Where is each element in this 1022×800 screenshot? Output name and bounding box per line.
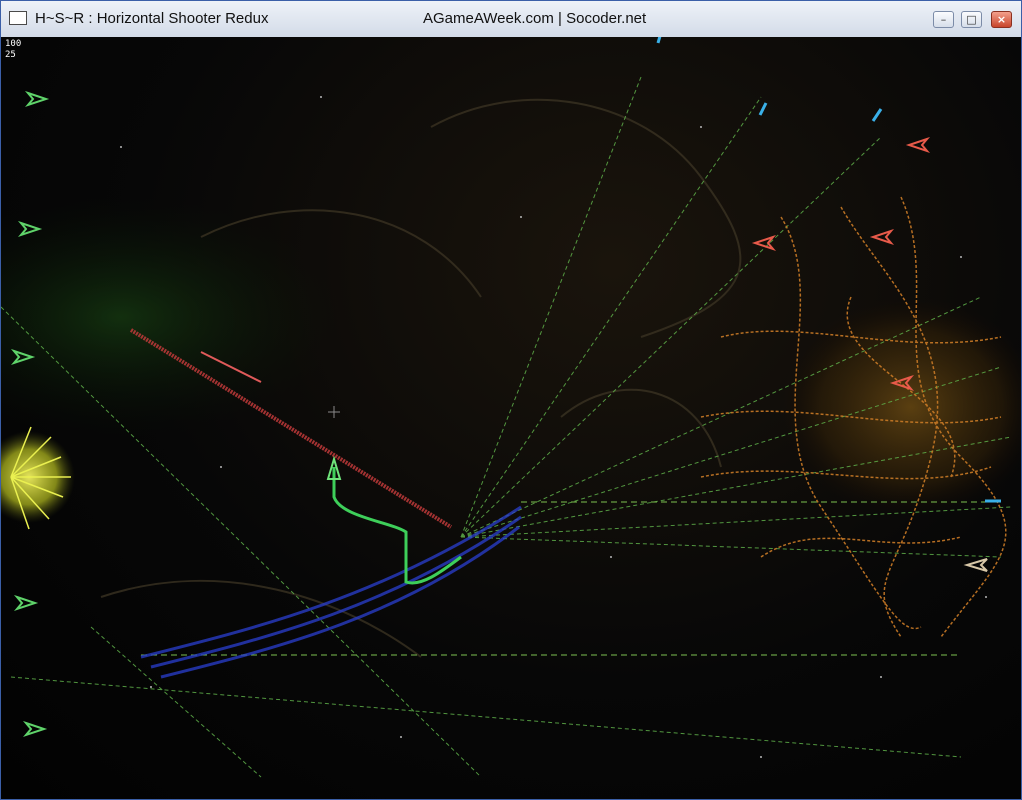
nebula-haze [1,197,341,437]
close-button[interactable]: × [991,11,1012,28]
hud: 100 25 [5,39,21,61]
red-ship-icon [905,136,931,154]
game-viewport[interactable]: 100 25 [1,37,1021,799]
green-ship-icon [22,720,48,738]
game-window: H~S~R : Horizontal Shooter Redux AGameAW… [0,0,1022,800]
crosshair-icon [328,406,340,418]
game-scene [1,37,1021,778]
window-subtitle: AGameAWeek.com | Socoder.net [423,10,647,27]
minimize-button[interactable]: – [933,11,954,28]
red-ship-icon [869,228,895,246]
maximize-button[interactable]: □ [961,11,982,28]
player-trail [140,505,522,679]
green-ship-icon [13,594,39,612]
window-title: H~S~R : Horizontal Shooter Redux [35,10,269,27]
beige-enemy-ship-icon [963,558,988,572]
red-ship-icon [751,234,777,252]
score-readout: 25 [5,50,16,60]
horizontal-laser-lines [141,501,1001,656]
title-bar[interactable]: H~S~R : Horizontal Shooter Redux AGameAW… [1,1,1021,38]
sun-powerup [1,426,75,530]
green-ship-icon [24,90,50,108]
app-icon [9,11,27,25]
health-readout: 100 [5,39,22,49]
